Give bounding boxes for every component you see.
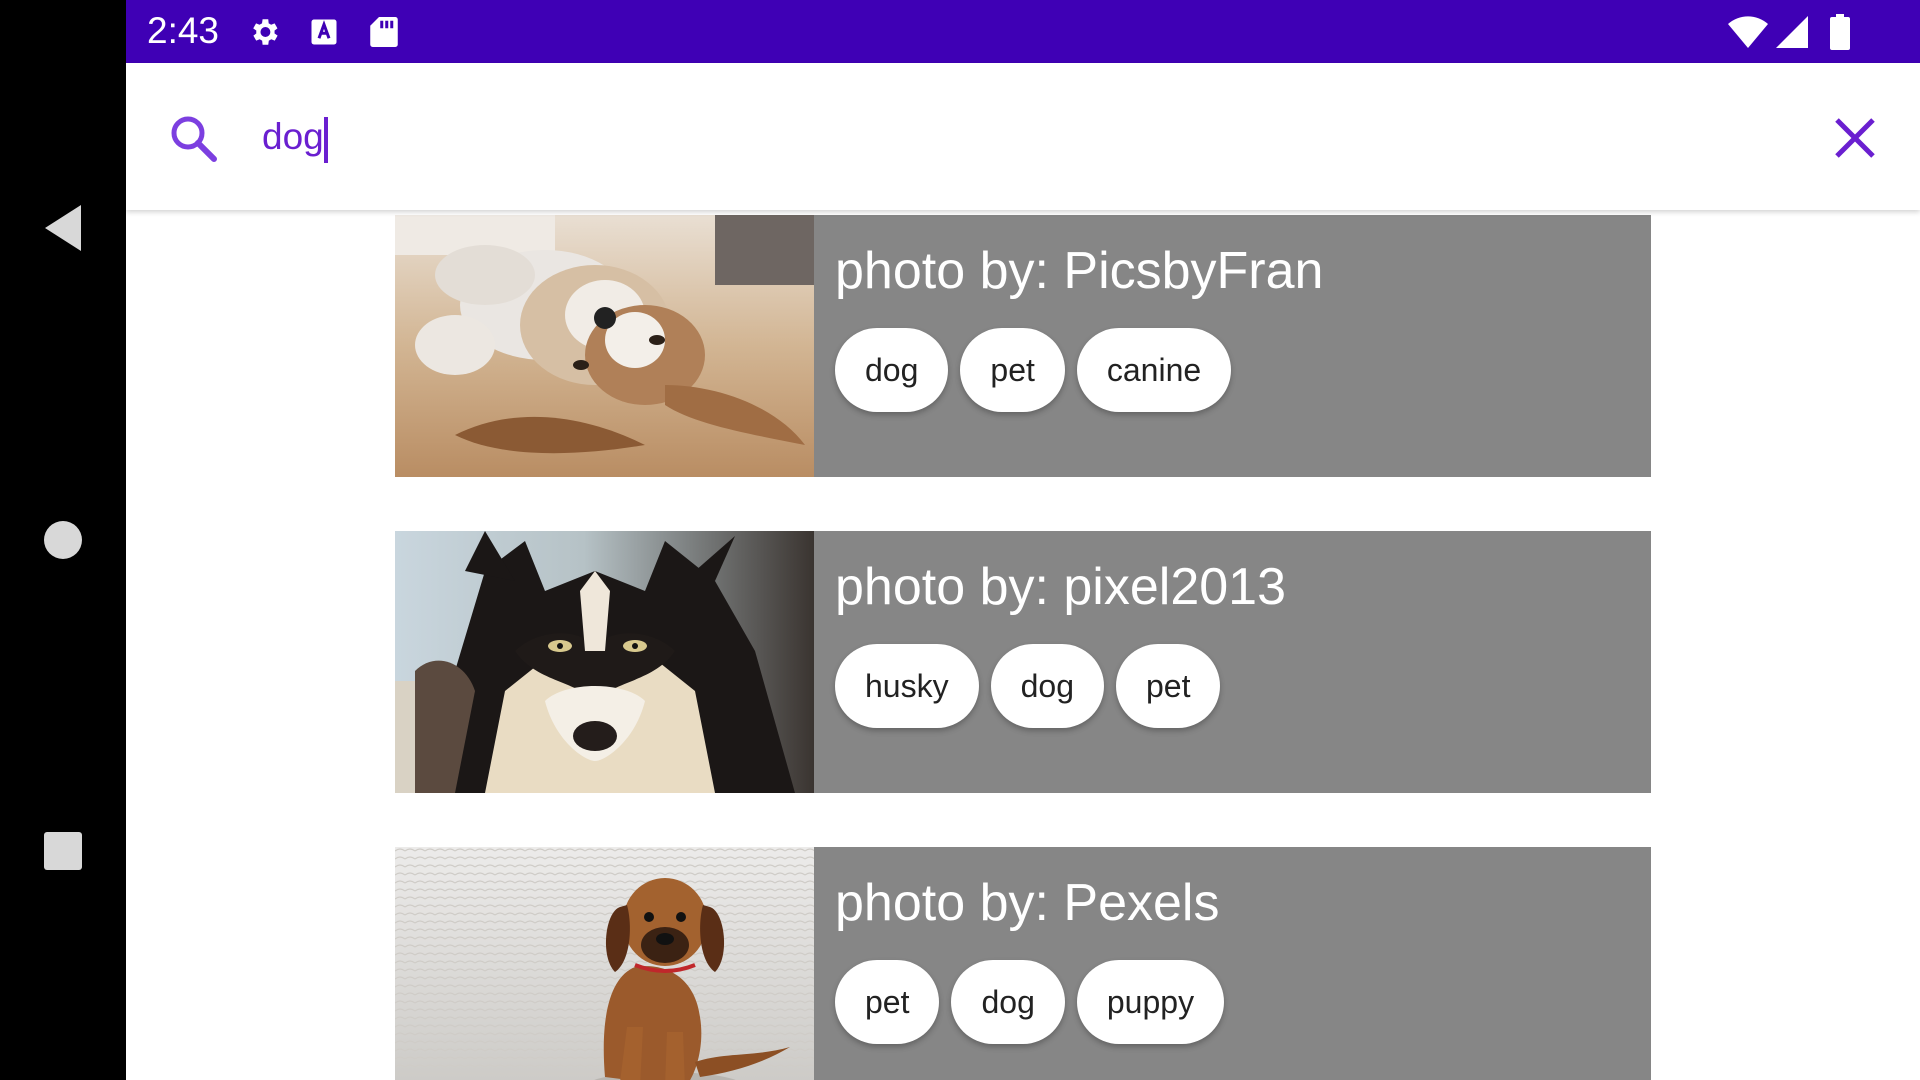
tag-chip[interactable]: canine (1076, 328, 1232, 412)
text-a-icon (306, 14, 342, 50)
card-body: photo by: Pexels pet dog puppy (814, 847, 1651, 1080)
puppy-dog-photo (395, 847, 814, 1080)
close-icon[interactable] (1832, 115, 1878, 161)
back-icon (45, 205, 81, 251)
result-card[interactable]: photo by: PicsbyFran dog pet canine (395, 215, 1651, 477)
navigation-bar (0, 0, 126, 1080)
tag-chip[interactable]: dog (835, 328, 949, 412)
tag-chip[interactable]: husky (835, 644, 979, 728)
text-cursor (324, 117, 328, 163)
card-body: photo by: PicsbyFran dog pet canine (814, 215, 1651, 477)
back-button[interactable] (0, 183, 126, 273)
tag-chip[interactable]: pet (960, 328, 1065, 412)
signal-icon (1774, 14, 1810, 50)
search-bar (126, 63, 1920, 210)
husky-dog-photo (395, 531, 814, 793)
status-time: 2:43 (147, 10, 220, 51)
tag-chip[interactable]: dog (951, 960, 1065, 1044)
card-title: photo by: pixel2013 (835, 558, 1287, 616)
search-input[interactable] (262, 107, 1662, 167)
results-list: photo by: PicsbyFran dog pet canine phot… (126, 210, 1920, 1080)
tag-chips: husky dog pet (835, 644, 1221, 728)
result-card[interactable]: photo by: Pexels pet dog puppy (395, 847, 1651, 1080)
card-title: photo by: PicsbyFran (835, 242, 1324, 300)
home-button[interactable] (0, 495, 126, 585)
search-icon[interactable] (166, 111, 220, 165)
wifi-icon (1726, 14, 1770, 50)
battery-icon (1822, 14, 1858, 50)
tag-chip[interactable]: puppy (1076, 960, 1225, 1044)
gear-icon (246, 14, 282, 50)
status-bar: 2:43 (126, 0, 1920, 63)
card-body: photo by: pixel2013 husky dog pet (814, 531, 1651, 793)
recents-icon (44, 832, 82, 870)
home-icon (44, 521, 82, 559)
tag-chip[interactable]: pet (1115, 644, 1221, 728)
recents-button[interactable] (0, 806, 126, 896)
sd-card-icon (366, 14, 402, 50)
result-card[interactable]: photo by: pixel2013 husky dog pet (395, 531, 1651, 793)
tag-chip[interactable]: pet (835, 960, 940, 1044)
shih-tzu-dog-photo (395, 215, 814, 477)
tag-chip[interactable]: dog (990, 644, 1104, 728)
card-title: photo by: Pexels (835, 874, 1220, 932)
tag-chips: pet dog puppy (835, 960, 1225, 1044)
tag-chips: dog pet canine (835, 328, 1232, 412)
